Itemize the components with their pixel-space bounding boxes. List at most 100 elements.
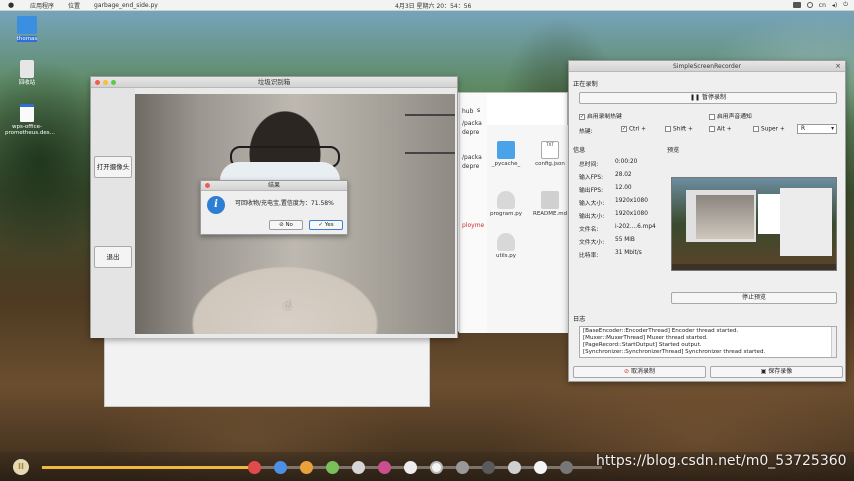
log-textarea[interactable]: [BaseEncoder::EncoderThread] Encoder thr… <box>579 326 837 358</box>
info-label: 比特率: <box>579 253 599 259</box>
network-icon[interactable] <box>806 2 813 8</box>
close-icon[interactable] <box>95 80 100 85</box>
log-line: [Synchronizer::SynchronizerThread] Synch… <box>583 349 766 355</box>
simplescreenrecorder-window[interactable]: SimpleScreenRecorder × 正在录制 ❚❚ 暂停录制 ✓ 启用录… <box>568 60 846 382</box>
path-item[interactable]: /packa <box>460 119 487 128</box>
enable-hotkey-label: 启用录制热键 <box>587 114 622 120</box>
window-title: 垃圾识别箱 <box>257 78 291 86</box>
folder-icon <box>497 141 515 159</box>
cancel-recording-button[interactable]: ⊘ 取消录制 <box>573 366 706 378</box>
volume-icon[interactable]: ◂) <box>832 2 837 9</box>
close-icon[interactable]: × <box>835 61 841 72</box>
record-indicator-icon[interactable] <box>792 2 801 8</box>
clock[interactable]: 4月3日 星期六 20：54：56 <box>395 1 471 10</box>
file-item[interactable]: utils.py <box>489 233 523 259</box>
dock-app-icon[interactable] <box>300 461 313 474</box>
yes-button[interactable]: ✓ Yes <box>309 220 343 230</box>
text-file-icon: TXT <box>541 141 559 159</box>
info-value: 12.00 <box>615 185 632 191</box>
ctrl-checkbox[interactable]: ✓ Ctrl + <box>621 126 646 133</box>
dialog-titlebar[interactable]: 结果 <box>201 181 347 191</box>
status-area: cn ◂) ⏻ <box>792 1 848 9</box>
no-button[interactable]: ⊘ No <box>269 220 303 230</box>
enable-sound-checkbox[interactable]: 启用声音通知 <box>709 111 752 120</box>
file-item[interactable]: TXT config.json <box>533 141 567 167</box>
desktop-icon-trash[interactable]: 回收站 <box>5 60 49 86</box>
enable-hotkey-checkbox[interactable]: ✓ 启用录制热键 <box>579 111 622 120</box>
window-titlebar[interactable]: 垃圾识别箱 <box>91 77 457 88</box>
preview-camera-window <box>686 190 756 242</box>
ctrl-label: Ctrl + <box>629 126 647 133</box>
log-line: [PageRecord::StartOutput] Started output… <box>583 342 702 348</box>
file-item[interactable]: _pycache_ <box>489 141 523 167</box>
super-checkbox[interactable]: Super + <box>753 126 785 133</box>
camera-background-bed <box>405 114 455 154</box>
result-dialog[interactable]: 结果 i 可回收物/充电宝,置信度为：71.58% ⊘ No ✓ Yes <box>200 180 348 235</box>
info-icon: i <box>207 196 225 214</box>
dock-app-icon[interactable] <box>248 461 261 474</box>
dock-app-icon[interactable] <box>274 461 287 474</box>
dialog-title: 结果 <box>267 182 280 189</box>
alt-checkbox[interactable]: Alt + <box>709 126 732 133</box>
shift-checkbox[interactable]: Shift + <box>665 126 693 133</box>
info-value: 0:00:20 <box>615 159 638 165</box>
exit-button[interactable]: 退出 <box>94 246 132 268</box>
pause-recording-button[interactable]: ❚❚ 暂停录制 <box>579 92 837 104</box>
log-line: [Muxer::MuxerThread] Muxer thread starte… <box>583 335 708 341</box>
dock-app-icon[interactable] <box>404 461 417 474</box>
preview-dock <box>672 264 836 270</box>
markdown-file-icon <box>541 191 559 209</box>
path-tab-s[interactable]: s <box>477 107 480 114</box>
menu-applications[interactable]: 应用程序 <box>30 1 54 10</box>
hotkey-key-value: R <box>801 126 806 132</box>
dock-app-icon[interactable] <box>560 461 573 474</box>
dock-app-icon[interactable] <box>352 461 365 474</box>
file-name: program.py <box>490 211 522 217</box>
dock-app-icon[interactable] <box>508 461 521 474</box>
desktop-icon-home[interactable]: thomas <box>5 16 49 42</box>
yes-button-label: Yes <box>324 222 334 228</box>
hotkey-key-select[interactable]: R ▾ <box>797 124 837 134</box>
language-indicator[interactable]: cn <box>819 2 826 9</box>
info-value: 28.02 <box>615 172 632 178</box>
python-file-icon <box>497 191 515 209</box>
dock-app-icon[interactable] <box>430 461 443 474</box>
path-item[interactable]: depre <box>460 162 487 171</box>
path-item[interactable]: /packa <box>460 153 487 162</box>
maximize-icon[interactable] <box>111 80 116 85</box>
file-item[interactable]: README.md <box>533 191 567 217</box>
menu-active-file[interactable]: garbage_end_side.py <box>94 2 158 9</box>
close-icon[interactable] <box>205 183 210 188</box>
mouse-cursor-icon: ☝ <box>284 298 292 312</box>
playback-progress-fill <box>42 466 250 469</box>
window-titlebar[interactable]: SimpleScreenRecorder × <box>569 61 845 72</box>
menu-places[interactable]: 位置 <box>68 1 80 10</box>
minimize-icon[interactable] <box>103 80 108 85</box>
open-camera-button[interactable]: 打开摄像头 <box>94 156 132 178</box>
power-icon[interactable]: ⏻ <box>843 1 848 9</box>
log-scrollbar[interactable] <box>831 327 836 357</box>
path-item[interactable]: hub <box>460 107 487 116</box>
info-label: 输入大小: <box>579 201 605 207</box>
background-window[interactable] <box>104 330 430 407</box>
window-controls <box>205 183 210 188</box>
checkbox-checked: ✓ <box>579 113 585 120</box>
desktop-icon-label: thomas <box>16 36 38 42</box>
save-recording-button[interactable]: ▣ 保存录像 <box>710 366 843 378</box>
pause-recording-label: 暂停录制 <box>701 94 726 101</box>
file-item[interactable]: program.py <box>489 191 523 217</box>
result-message: 可回收物/充电宝,置信度为：71.58% <box>235 200 334 207</box>
pause-icon[interactable]: II <box>13 459 29 475</box>
dock-app-icon[interactable] <box>456 461 469 474</box>
dock-app-icon[interactable] <box>326 461 339 474</box>
dock-app-icon[interactable] <box>482 461 495 474</box>
path-item[interactable]: ployme <box>460 221 487 230</box>
path-item[interactable]: depre <box>460 128 487 137</box>
hotkey-label: 热键: <box>579 129 593 135</box>
dock-app-icon[interactable] <box>378 461 391 474</box>
stop-preview-button[interactable]: 停止预览 <box>671 292 837 304</box>
desktop-icon-wps[interactable]: wps-office-prometheus.des... <box>5 104 55 136</box>
super-label: Super + <box>761 126 785 133</box>
apple-menu-icon[interactable]: ● <box>6 1 16 9</box>
dock-app-icon[interactable] <box>534 461 547 474</box>
